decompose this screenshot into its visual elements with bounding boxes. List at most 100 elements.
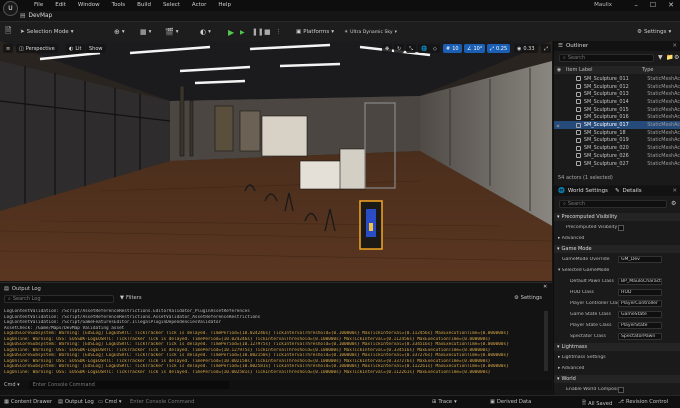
details-search-input[interactable]: ⌕ Search bbox=[559, 200, 667, 208]
search-log-input[interactable]: ⌕ Search Log bbox=[4, 295, 114, 303]
grid-snap-toggle[interactable]: # 10 bbox=[443, 44, 462, 53]
menu-edit[interactable]: Edit bbox=[49, 1, 72, 10]
visibility-eye-icon[interactable]: ◉ bbox=[554, 123, 562, 128]
scale-tool-icon[interactable]: ⤡ bbox=[406, 44, 417, 53]
add-folder-icon[interactable]: 📁 bbox=[666, 54, 673, 61]
outliner-row[interactable]: SM_Sculpture_013 StaticMeshActor bbox=[554, 90, 680, 98]
rotation-snap-toggle[interactable]: ∠ 10° bbox=[464, 44, 486, 53]
section-precomputed-visibility[interactable]: ▾ Precomputed Visibility bbox=[554, 213, 680, 221]
all-saved-button[interactable]: 🗎 All Saved bbox=[582, 399, 612, 408]
settings-gear-icon[interactable]: ⚙ bbox=[674, 54, 679, 61]
section-lightmass[interactable]: ▾ Lightmass bbox=[554, 343, 680, 351]
level-viewport[interactable] bbox=[0, 41, 552, 281]
menu-help[interactable]: Help bbox=[212, 1, 237, 10]
outliner-row[interactable]: SM_Sculpture_011 StaticMeshActor bbox=[554, 75, 680, 83]
world-local-icon[interactable]: 🌐 bbox=[418, 44, 431, 53]
quick-add-button[interactable]: ⊕ ▾ bbox=[114, 26, 125, 38]
settings-gear-icon[interactable]: ⚙ bbox=[671, 200, 676, 207]
outliner-row[interactable]: SM_Sculpture_012 StaticMeshActor bbox=[554, 83, 680, 91]
trace-button[interactable]: ⊞ Trace ▾ bbox=[432, 399, 457, 405]
map-tab[interactable]: ▤ DevMap bbox=[20, 11, 80, 21]
section-game-mode[interactable]: ▾ Game Mode bbox=[554, 245, 680, 253]
surface-snap-icon[interactable]: ◇ bbox=[430, 44, 440, 53]
modes-button[interactable]: ◐ ▾ bbox=[200, 26, 211, 38]
advanced-expander-2[interactable]: ▸ Advanced bbox=[554, 364, 680, 373]
property-class-select[interactable]: PlayerState bbox=[618, 322, 662, 329]
menu-actor[interactable]: Actor bbox=[186, 1, 212, 10]
menu-file[interactable]: File bbox=[28, 1, 49, 10]
status-console-input[interactable]: Enter Console Command bbox=[130, 399, 270, 405]
minimize-icon[interactable]: – bbox=[634, 1, 638, 9]
outliner-row[interactable]: SM_Sculpture_027 StaticMeshActor bbox=[554, 160, 680, 168]
viewport-options-button[interactable]: ≡ bbox=[3, 44, 14, 53]
cmd-button[interactable]: ▭ Cmd ▾ bbox=[98, 399, 121, 405]
scale-snap-toggle[interactable]: ⤢ 0.25 bbox=[487, 44, 511, 53]
perspective-button[interactable]: ◫ Perspective bbox=[16, 44, 58, 53]
outliner-row[interactable]: ◉ SM_Sculpture_017 StaticMeshActor bbox=[554, 121, 680, 129]
advanced-expander-1[interactable]: ▸ Advanced bbox=[554, 234, 680, 243]
play-options-button[interactable]: ▶ bbox=[240, 26, 245, 38]
outliner-row[interactable]: SM_Sculpture_026 StaticMeshActor bbox=[554, 152, 680, 160]
cinematics-button[interactable]: 🎬 ▾ bbox=[165, 26, 178, 38]
unreal-logo-icon[interactable]: U bbox=[3, 1, 18, 16]
outliner-tab[interactable]: ☰ Outliner ✕ bbox=[554, 41, 680, 51]
save-icon[interactable]: 🗎 bbox=[5, 26, 11, 38]
property-class-select[interactable]: BP_MauloCharacter bbox=[618, 278, 662, 285]
play-button[interactable]: ▶ bbox=[228, 26, 234, 38]
outliner-search-input[interactable]: ⌕ Search bbox=[559, 54, 654, 62]
translate-tool-icon[interactable]: ✥ bbox=[382, 44, 393, 53]
output-log-tab[interactable]: ▤ Output Log bbox=[4, 284, 41, 293]
maximize-icon[interactable]: ☐ bbox=[650, 1, 656, 9]
col-item-label[interactable]: Item Label bbox=[564, 67, 642, 73]
blueprint-button[interactable]: ▦ ▾ bbox=[140, 26, 151, 38]
tab-details[interactable]: Details bbox=[623, 188, 642, 194]
property-class-select[interactable]: HUD bbox=[618, 289, 662, 296]
sky-dropdown[interactable]: ☀ Ultra Dynamic Sky ▾ bbox=[344, 26, 397, 38]
filter-icon[interactable]: ▼ bbox=[658, 54, 663, 61]
lit-button[interactable]: ◐ Lit bbox=[66, 44, 85, 53]
precomputed-visibility-checkbox[interactable] bbox=[618, 224, 624, 231]
platforms-dropdown[interactable]: ▣ Platforms ▾ bbox=[296, 26, 334, 38]
menu-tools[interactable]: Tools bbox=[106, 1, 132, 10]
maximize-viewport-icon[interactable]: ⤢ bbox=[541, 44, 552, 53]
cmd-dropdown[interactable]: Cmd ▾ bbox=[4, 382, 20, 388]
gamemode-override-select[interactable]: GM_Dev bbox=[618, 256, 662, 263]
console-command-input[interactable]: Enter Console Command bbox=[28, 381, 229, 389]
property-class-select[interactable]: GameState bbox=[618, 311, 662, 318]
stop-button[interactable]: ■ bbox=[264, 26, 271, 38]
pause-button[interactable]: ❚❚ bbox=[252, 26, 264, 38]
outliner-row[interactable]: SM_Sculpture_020 StaticMeshActor bbox=[554, 144, 680, 152]
show-button[interactable]: Show bbox=[86, 44, 106, 53]
menu-build[interactable]: Build bbox=[131, 1, 157, 10]
col-type[interactable]: Type bbox=[642, 67, 653, 73]
log-scrollbar[interactable] bbox=[544, 311, 548, 371]
content-drawer-button[interactable]: ▦ Content Drawer bbox=[4, 399, 52, 405]
tab-world-settings[interactable]: World Settings bbox=[568, 188, 608, 194]
outliner-row[interactable]: SM_Sculpture_015 StaticMeshActor bbox=[554, 106, 680, 114]
close-icon[interactable]: ✕ bbox=[668, 1, 674, 9]
outliner-row[interactable]: SM_Sculpture_019 StaticMeshActor bbox=[554, 137, 680, 145]
property-class-select[interactable]: PlayerController bbox=[618, 300, 662, 307]
filters-dropdown[interactable]: ▼ Filters bbox=[120, 295, 142, 301]
menu-window[interactable]: Window bbox=[72, 1, 106, 10]
close-icon[interactable]: ✕ bbox=[672, 43, 677, 49]
close-icon[interactable]: ✕ bbox=[543, 284, 547, 290]
selected-gamemode-expander[interactable]: ▾ Selected GameMode bbox=[554, 266, 680, 275]
outliner-row[interactable]: SM_Sculpture_014 StaticMeshActor bbox=[554, 98, 680, 106]
world-composition-checkbox[interactable] bbox=[618, 386, 624, 393]
derived-data-button[interactable]: ▣ Derived Data bbox=[490, 399, 531, 405]
section-world[interactable]: ▾ World bbox=[554, 375, 680, 383]
menu-select[interactable]: Select bbox=[157, 1, 186, 10]
selection-mode-dropdown[interactable]: ➤ Selection Mode ▾ bbox=[20, 26, 73, 38]
property-class-select[interactable]: SpectatorPawn bbox=[618, 333, 662, 340]
outliner-row[interactable]: SM_Sculpture_016 StaticMeshActor bbox=[554, 114, 680, 122]
camera-speed-button[interactable]: ◉ 0.33 bbox=[514, 44, 538, 53]
lightmass-settings-expander[interactable]: ▸ Lightmass Settings bbox=[554, 353, 680, 362]
eye-icon[interactable]: ◉ bbox=[554, 67, 564, 73]
settings-dropdown[interactable]: ⚙ Settings ▾ bbox=[637, 26, 671, 38]
viewport-scene[interactable] bbox=[0, 41, 552, 281]
revision-control-button[interactable]: ⎇ Revision Control bbox=[618, 399, 668, 405]
outliner-row[interactable]: SM_Sculpture_18 StaticMeshActor bbox=[554, 129, 680, 137]
log-settings-button[interactable]: ⚙ Settings bbox=[514, 295, 542, 301]
rotate-tool-icon[interactable]: ↻ bbox=[394, 44, 405, 53]
